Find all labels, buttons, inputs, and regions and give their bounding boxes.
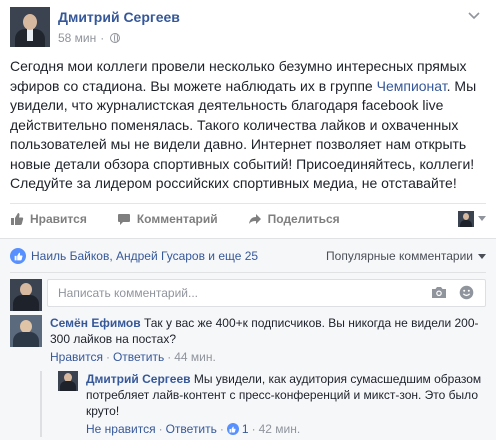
camera-icon[interactable] (431, 286, 447, 304)
meta-separator: · (100, 31, 105, 45)
chevron-down-icon[interactable] (468, 9, 480, 23)
reply-unlike-link[interactable]: Не нравится (86, 421, 156, 437)
like-label: Нравится (30, 211, 87, 226)
reactions-row: Наиль Байков, Андрей Гусаров и еще 25 По… (10, 248, 486, 264)
reply-thread-line (40, 371, 42, 437)
reply-time[interactable]: 42 мин. (259, 421, 301, 437)
facebook-post: Дмитрий Сергеев 58 мин · Сегодня мои кол… (0, 0, 496, 440)
like-button[interactable]: Нравится (10, 212, 87, 226)
replier-avatar[interactable] (58, 371, 78, 391)
group-link[interactable]: Чемпионат (377, 78, 447, 94)
comment-author[interactable]: Семён Ефимов (50, 316, 141, 330)
comments-section: Наиль Байков, Андрей Гусаров и еще 25 По… (0, 238, 496, 440)
like-reaction-icon (10, 248, 26, 264)
composer-avatar (10, 279, 42, 311)
reply-body: Дмитрий Сергеев Мы увидели, как аудитори… (86, 371, 486, 437)
comment-label: Комментарий (136, 211, 218, 226)
thumbs-up-icon (11, 212, 24, 225)
share-label: Поделиться (267, 211, 340, 226)
page-avatar (458, 210, 474, 227)
comment-reply-link[interactable]: Ответить (113, 349, 164, 365)
comment-like-link[interactable]: Нравится (50, 349, 103, 365)
caret-down-icon (478, 253, 486, 259)
comment-icon (117, 213, 130, 225)
comment-sort-dropdown[interactable]: Популярные комментарии (326, 249, 486, 263)
reply-like-count[interactable]: 1 (242, 421, 249, 437)
comment-body: Семён Ефимов Так у вас же 400+к подписчи… (50, 315, 486, 365)
reply-actions: Не нравится · Ответить · 1 · 42 мин. (86, 421, 301, 437)
commenter-avatar[interactable] (10, 315, 42, 347)
reply-author[interactable]: Дмитрий Сергеев (86, 372, 191, 386)
like-count-icon (226, 423, 239, 435)
comment-button[interactable]: Комментарий (117, 212, 218, 226)
likers-link[interactable]: Наиль Байков, Андрей Гусаров и еще 25 (31, 249, 258, 263)
comment-input[interactable] (47, 279, 486, 307)
post-actions: Нравится Комментарий Поделиться (10, 203, 486, 233)
share-icon (248, 213, 261, 224)
post-timestamp[interactable]: 58 мин (58, 31, 96, 45)
post-header: Дмитрий Сергеев 58 мин · (10, 7, 480, 47)
post-body: Сегодня мои коллеги провели несколько бе… (10, 57, 490, 194)
reply-reply-link[interactable]: Ответить (166, 421, 217, 437)
post-as-selector[interactable] (458, 210, 486, 227)
caret-down-icon (478, 216, 486, 221)
comment-time[interactable]: 44 мин. (174, 349, 216, 365)
author-avatar[interactable] (10, 7, 50, 47)
share-button[interactable]: Поделиться (248, 212, 340, 226)
comment-actions: Нравится · Ответить · 44 мин. (50, 349, 216, 365)
post-meta: 58 мин · (58, 31, 121, 45)
sort-label: Популярные комментарии (326, 249, 473, 263)
post-text-part-2: . Мы увидели, что журналистская деятельн… (10, 77, 477, 192)
divider (10, 272, 486, 273)
comment-composer (10, 279, 486, 311)
globe-icon[interactable] (110, 33, 121, 43)
smiley-icon[interactable] (459, 285, 474, 305)
post-author[interactable]: Дмитрий Сергеев (58, 9, 180, 25)
